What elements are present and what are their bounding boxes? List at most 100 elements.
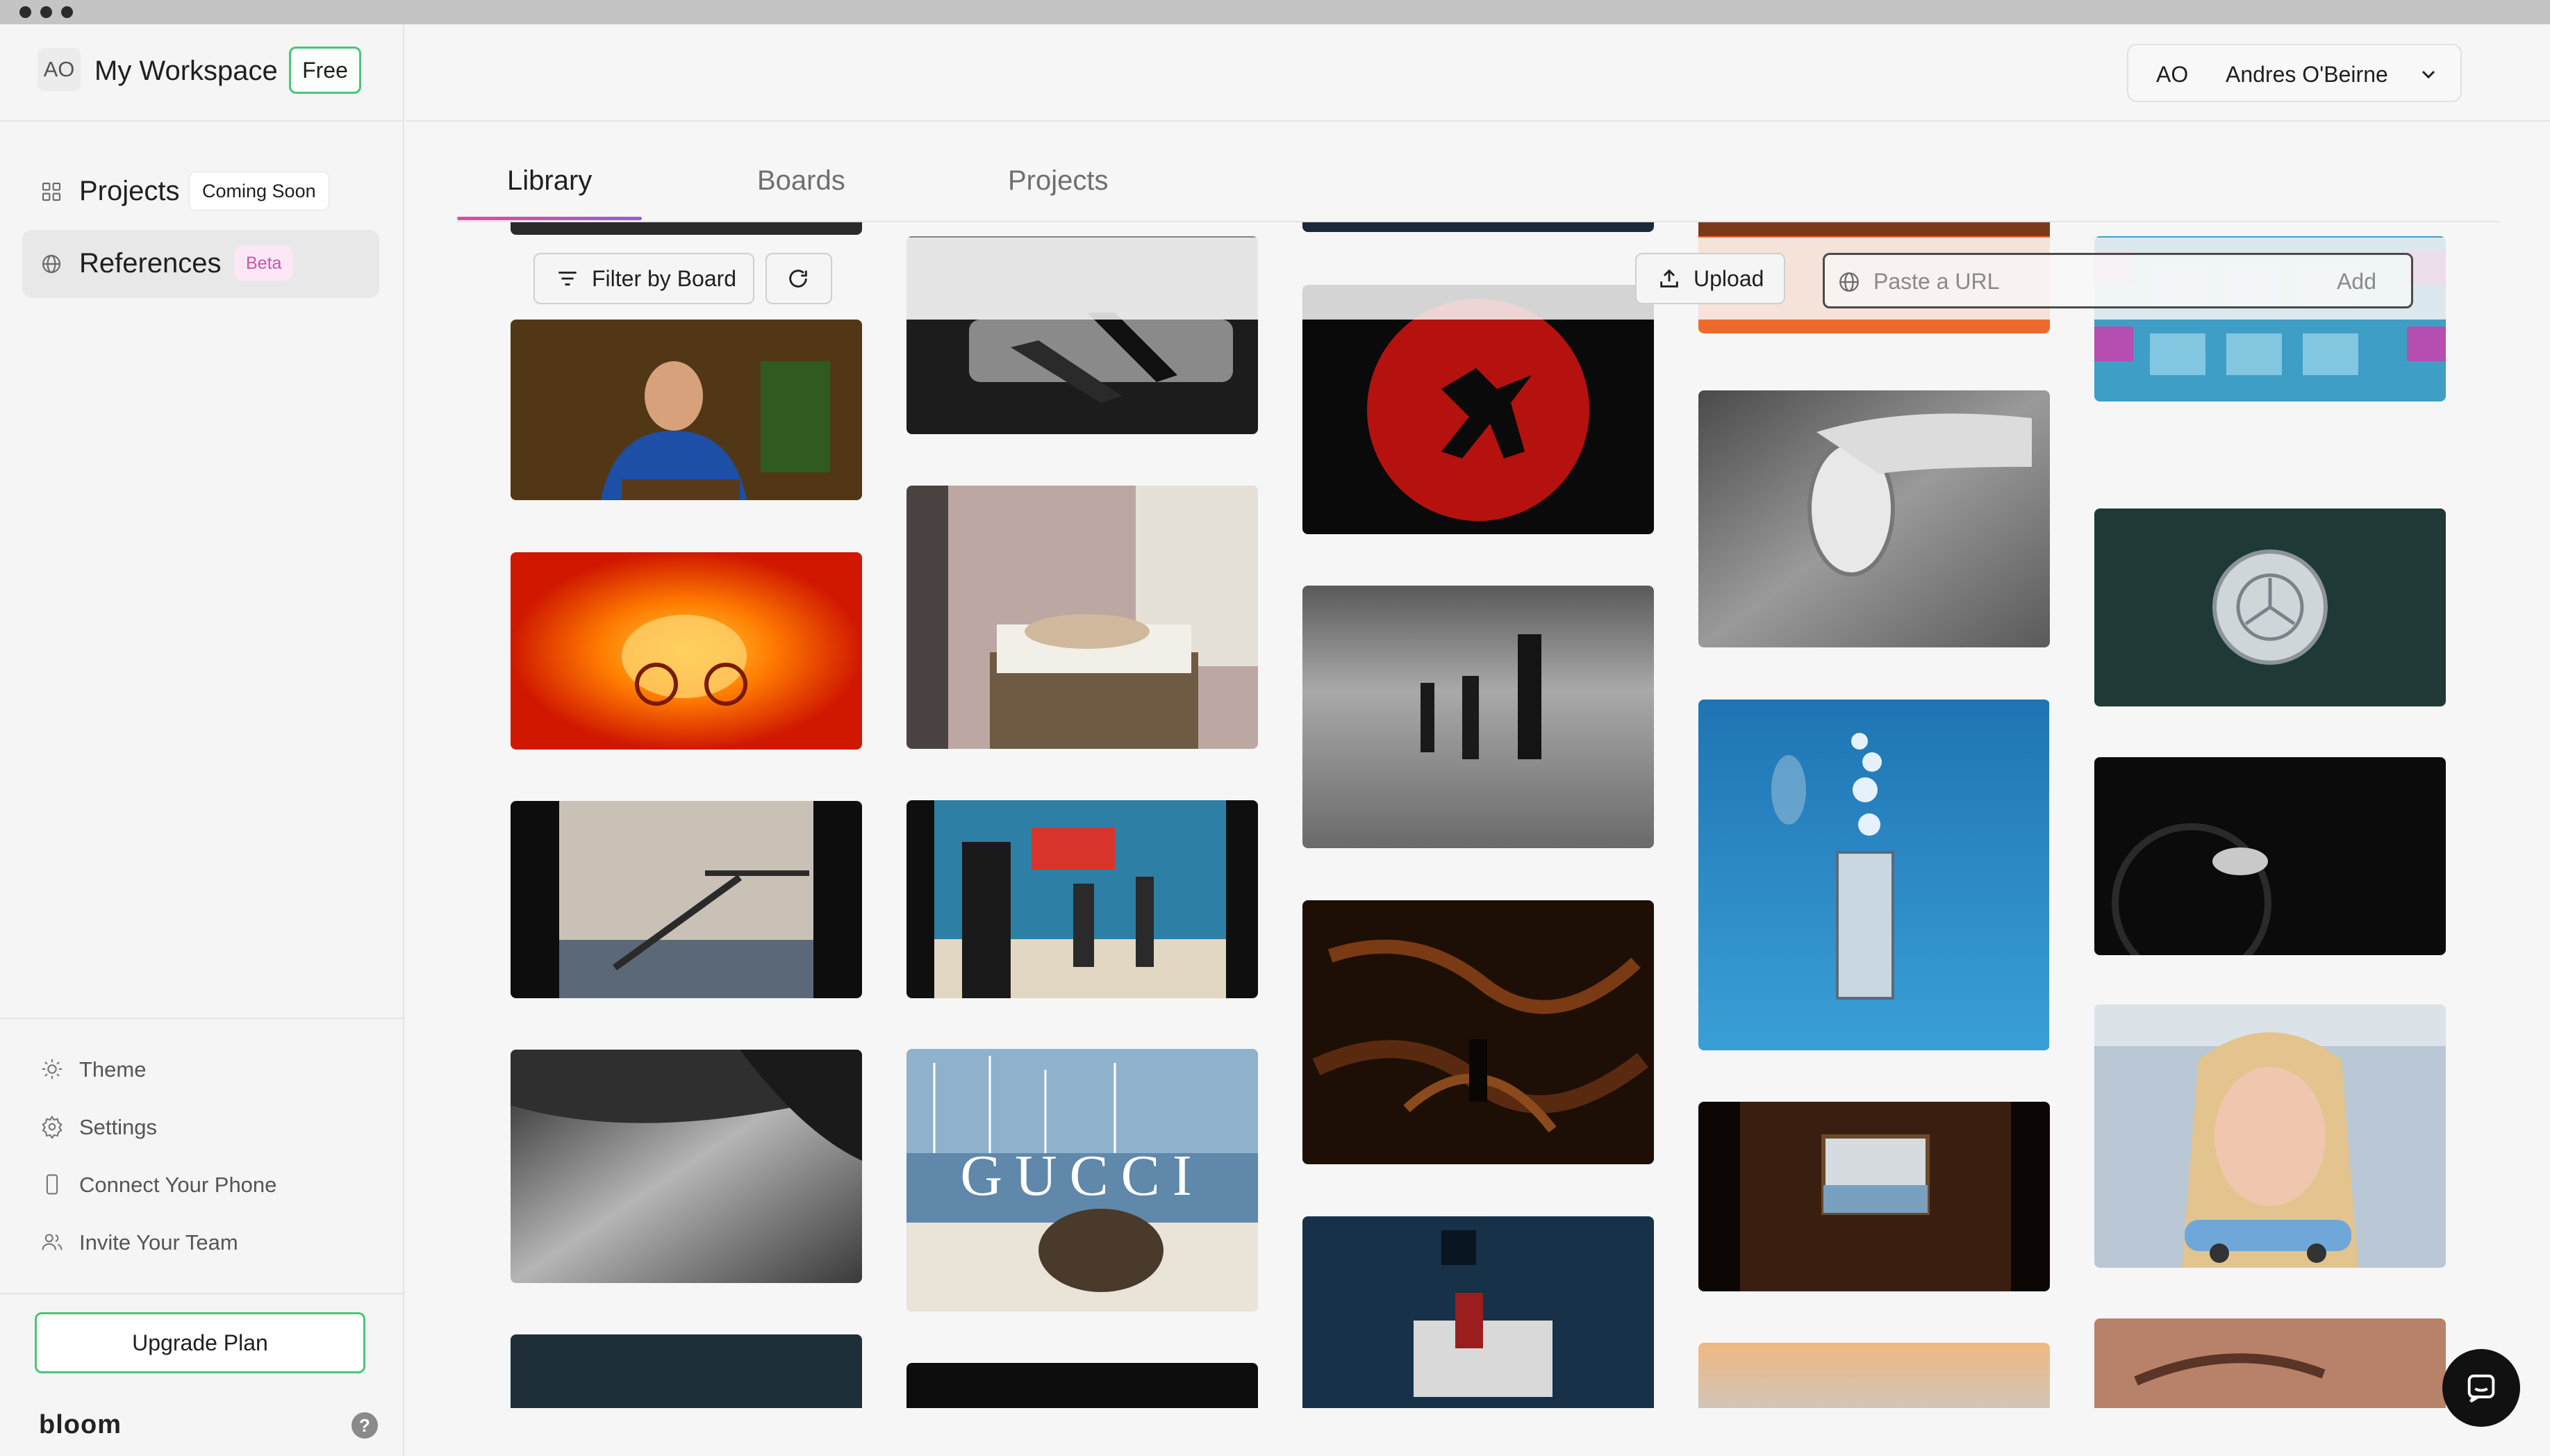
close-window-dot[interactable] [19,6,31,18]
thumbnail-image [2094,1004,2446,1268]
window-titlebar [0,0,2550,24]
content-tabs: Library Boards Projects [457,153,2499,222]
sidebar-item-connect-phone[interactable]: Connect Your Phone [40,1167,374,1202]
reference-thumbnail[interactable] [906,800,1258,998]
grid-icon [42,182,61,201]
sidebar-item-references[interactable]: References Beta [22,230,379,298]
reference-thumbnail[interactable] [2094,1004,2446,1268]
thumbnail-image [1302,285,1654,534]
refresh-icon [789,270,807,288]
theme-label: Theme [79,1057,147,1082]
workspace-header: AO My Workspace Free [0,24,403,122]
reference-thumbnail[interactable] [2094,757,2446,955]
connect-phone-label: Connect Your Phone [79,1173,277,1197]
filter-by-board-button[interactable]: Filter by Board [533,253,754,304]
reference-thumbnail[interactable] [1302,1216,1654,1408]
help-icon[interactable]: ? [351,1412,378,1439]
url-input[interactable] [1873,265,2318,298]
reference-thumbnail[interactable] [1698,1343,2050,1408]
settings-label: Settings [79,1115,158,1139]
thumbnail-image [1302,900,1654,1164]
user-menu[interactable]: AO Andres O'Beirne [2127,44,2462,102]
chat-icon [2467,1374,2495,1403]
reference-thumbnail[interactable] [511,552,862,750]
reference-thumbnail[interactable] [1302,586,1654,848]
reference-thumbnail[interactable] [2094,1318,2446,1408]
upgrade-plan-button[interactable]: Upgrade Plan [35,1312,365,1373]
thumbnail-image [1302,1216,1654,1408]
thumbnail-image [1698,1102,2050,1291]
thumbnail-image [2094,757,2446,955]
user-name: Andres O'Beirne [2226,62,2388,87]
refresh-button[interactable] [765,253,832,304]
reference-thumbnail[interactable] [906,1363,1258,1408]
workspace-title[interactable]: My Workspace [94,56,278,87]
thumbnail-image [1302,586,1654,848]
reference-thumbnail[interactable] [1302,285,1654,534]
sun-icon [42,1059,63,1079]
user-initials: AO [2156,62,2189,87]
upload-label: Upload [1694,265,1764,291]
tab-boards[interactable]: Boards [757,165,845,197]
sidebar-divider [0,1018,403,1019]
sidebar-item-projects[interactable]: Projects Coming Soon [22,158,379,226]
upload-icon [1660,269,1678,288]
minimize-window-dot[interactable] [40,6,52,18]
reference-thumbnail[interactable] [511,320,862,500]
reference-grid: GUCCI [457,222,2499,1408]
gucci-wordmark: GUCCI [960,1143,1204,1208]
thumbnail-image [511,320,862,500]
sidebar: AO My Workspace Free Projects Coming Soo… [0,24,404,1456]
plan-badge: Free [289,47,361,94]
reference-thumbnail[interactable] [1698,390,2050,647]
sidebar-item-label: Projects [79,176,180,206]
brand-logo: bloom [39,1410,122,1439]
sidebar-item-label: References [79,248,222,279]
chat-launcher-button[interactable] [2442,1349,2520,1427]
thumbnail-image [1698,390,2050,647]
reference-thumbnail[interactable] [1698,700,2050,1050]
thumbnail-image [511,801,862,998]
url-input-box: Add [1823,253,2413,308]
maximize-window-dot[interactable] [61,6,73,18]
beta-badge: Beta [235,246,293,281]
thumbnail-image [511,552,862,750]
add-url-button[interactable]: Add [2337,269,2376,295]
reference-thumbnail[interactable] [511,801,862,998]
workspace-avatar[interactable]: AO [38,48,81,91]
globe-icon [1839,272,1859,292]
sidebar-item-settings[interactable]: Settings [40,1109,374,1144]
thumbnail-image [906,486,1258,749]
chevron-down-icon [2421,70,2435,79]
tab-library[interactable]: Library [507,165,592,197]
upload-button[interactable]: Upload [1635,253,1785,304]
reference-thumbnail[interactable] [1698,1102,2050,1291]
thumbnail-image [1698,1343,2050,1408]
tab-projects[interactable]: Projects [1008,165,1109,197]
reference-thumbnail[interactable] [1302,900,1654,1164]
thumbnail-image [511,1050,862,1283]
invite-team-label: Invite Your Team [79,1230,238,1255]
thumbnail-image: GUCCI [906,1049,1258,1312]
gear-icon [42,1115,63,1139]
thumbnail-image [906,800,1258,998]
active-tab-indicator [457,217,642,220]
sidebar-item-invite-team[interactable]: Invite Your Team [40,1225,374,1259]
thumbnail-image [1698,700,2049,1050]
reference-thumbnail[interactable] [2094,508,2446,706]
reference-thumbnail[interactable] [1302,222,1654,232]
reference-thumbnail[interactable] [511,1334,862,1408]
reference-thumbnail[interactable]: GUCCI [906,1049,1258,1312]
filter-by-board-label: Filter by Board [592,265,737,291]
coming-soon-badge: Coming Soon [189,172,329,210]
library-toolbar: Filter by Board Upload Add [495,238,2455,320]
sidebar-item-theme[interactable]: Theme [40,1052,374,1086]
reference-thumbnail[interactable] [511,1050,862,1283]
sidebar-divider [0,1293,403,1294]
thumbnail-image [2094,508,2446,706]
reference-thumbnail[interactable] [906,486,1258,749]
reference-thumbnail[interactable] [511,222,862,235]
users-icon [42,1234,63,1250]
top-bar: AO Andres O'Beirne [406,24,2550,122]
filter-icon [558,272,577,286]
